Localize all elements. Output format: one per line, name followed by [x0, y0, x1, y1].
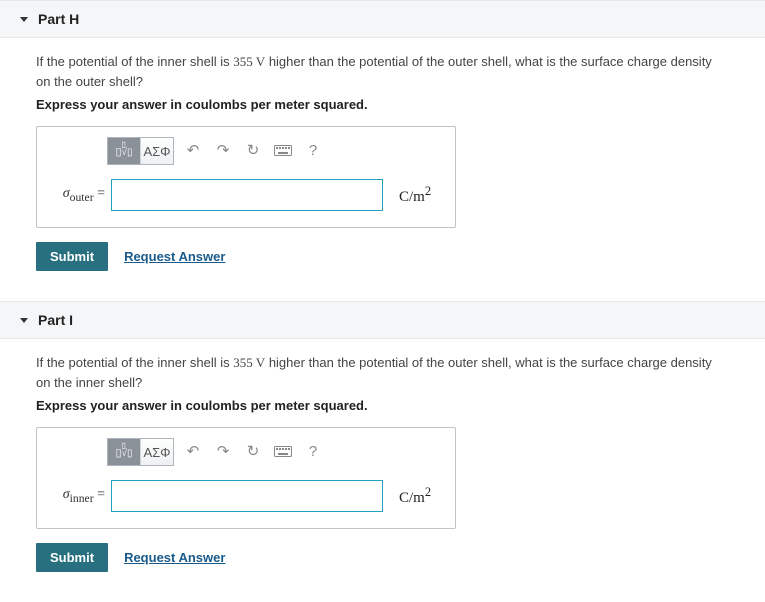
variable-subscript: inner [70, 492, 94, 505]
prompt-value: 355 V [233, 355, 265, 370]
variable-label: σouter = [49, 186, 111, 204]
redo-button[interactable]: ↷ [208, 438, 238, 464]
greek-button[interactable]: ΑΣΦ [141, 138, 173, 164]
part-h-section: Part H If the potential of the inner she… [0, 0, 765, 285]
submit-button[interactable]: Submit [36, 543, 108, 572]
part-header[interactable]: Part I [0, 301, 765, 339]
toolbar-group-templates: ▯▯√▯ ΑΣΦ [107, 438, 174, 466]
prompt-pre: If the potential of the inner shell is [36, 355, 233, 370]
part-body: If the potential of the inner shell is 3… [0, 339, 765, 586]
caret-down-icon [20, 17, 28, 22]
answer-box: ▯▯√▯ ΑΣΦ ↶ ↷ ↻ ? σouter = [36, 126, 456, 228]
redo-button[interactable]: ↷ [208, 137, 238, 163]
request-answer-link[interactable]: Request Answer [124, 550, 225, 565]
question-prompt: If the potential of the inner shell is 3… [36, 353, 729, 392]
greek-button[interactable]: ΑΣΦ [141, 439, 173, 465]
answer-instruction: Express your answer in coulombs per mete… [36, 97, 729, 112]
answer-input[interactable] [111, 179, 383, 211]
variable-label: σinner = [49, 487, 111, 505]
part-i-section: Part I If the potential of the inner she… [0, 301, 765, 586]
keyboard-button[interactable] [268, 137, 298, 163]
answer-box: ▯▯√▯ ΑΣΦ ↶ ↷ ↻ ? σinner = [36, 427, 456, 529]
unit-label: C/m2 [399, 184, 431, 206]
template-button[interactable]: ▯▯√▯ [108, 138, 141, 164]
equation-toolbar: ▯▯√▯ ΑΣΦ ↶ ↷ ↻ ? [107, 438, 443, 466]
reset-button[interactable]: ↻ [238, 137, 268, 163]
submit-button[interactable]: Submit [36, 242, 108, 271]
template-button[interactable]: ▯▯√▯ [108, 439, 141, 465]
equation-toolbar: ▯▯√▯ ΑΣΦ ↶ ↷ ↻ ? [107, 137, 443, 165]
caret-down-icon [20, 318, 28, 323]
variable-letter: σ [63, 186, 70, 201]
variable-letter: σ [63, 487, 70, 502]
part-header[interactable]: Part H [0, 0, 765, 38]
toolbar-group-actions: ↶ ↷ ↻ ? [178, 137, 328, 165]
reset-button[interactable]: ↻ [238, 438, 268, 464]
toolbar-group-templates: ▯▯√▯ ΑΣΦ [107, 137, 174, 165]
variable-subscript: outer [70, 191, 94, 204]
question-prompt: If the potential of the inner shell is 3… [36, 52, 729, 91]
toolbar-group-actions: ↶ ↷ ↻ ? [178, 438, 328, 466]
part-title: Part H [38, 11, 79, 27]
part-body: If the potential of the inner shell is 3… [0, 38, 765, 285]
actions-row: Submit Request Answer [36, 242, 729, 271]
prompt-value: 355 V [233, 54, 265, 69]
input-row: σouter = C/m2 [49, 179, 443, 211]
input-row: σinner = C/m2 [49, 480, 443, 512]
undo-button[interactable]: ↶ [178, 438, 208, 464]
answer-instruction: Express your answer in coulombs per mete… [36, 398, 729, 413]
help-button[interactable]: ? [298, 137, 328, 163]
prompt-pre: If the potential of the inner shell is [36, 54, 233, 69]
help-button[interactable]: ? [298, 438, 328, 464]
answer-input[interactable] [111, 480, 383, 512]
part-title: Part I [38, 312, 73, 328]
keyboard-button[interactable] [268, 438, 298, 464]
actions-row: Submit Request Answer [36, 543, 729, 572]
request-answer-link[interactable]: Request Answer [124, 249, 225, 264]
undo-button[interactable]: ↶ [178, 137, 208, 163]
